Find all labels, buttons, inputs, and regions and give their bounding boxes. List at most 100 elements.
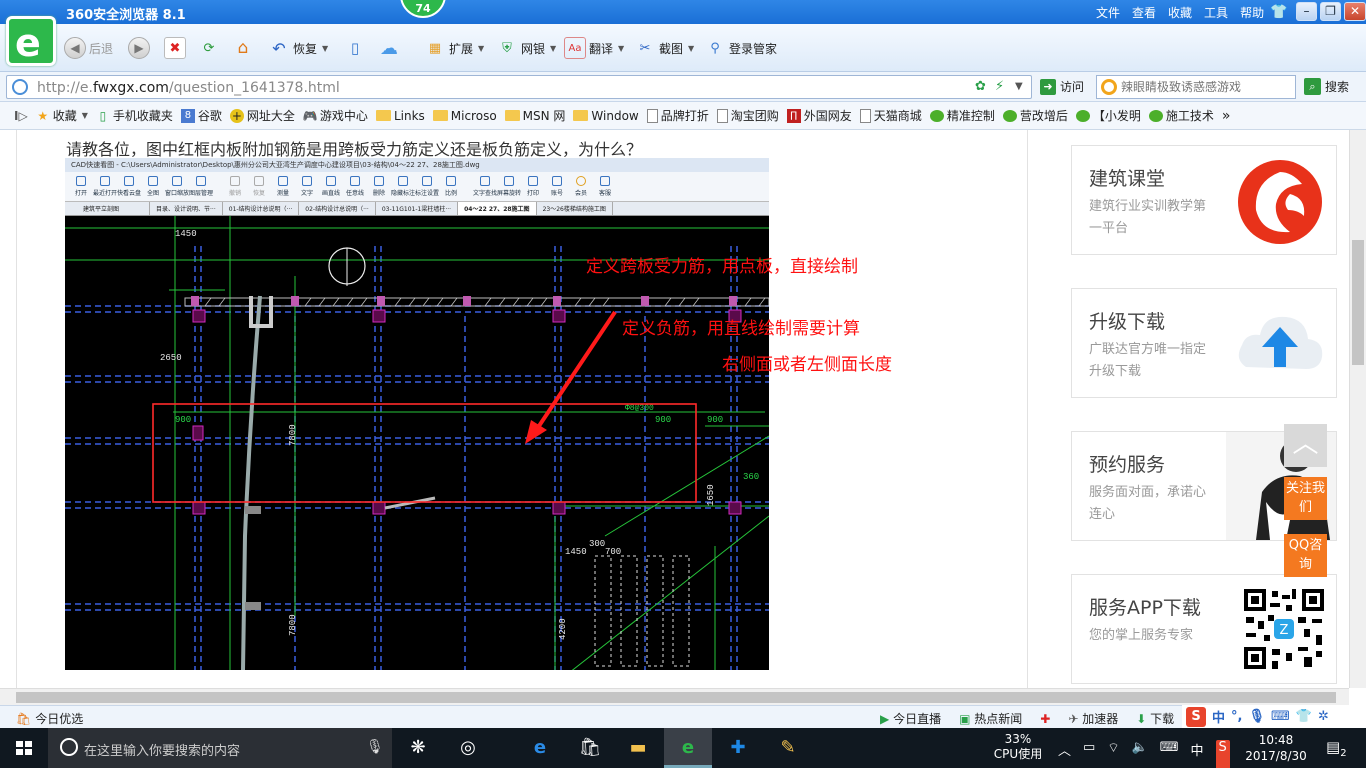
medic-icon[interactable]: ✚ (1040, 712, 1050, 726)
maximize-button[interactable]: ❐ (1320, 2, 1341, 21)
skin-icon[interactable]: 👕 (1296, 709, 1312, 724)
bookmark-mobile[interactable]: ▯ 手机收藏夹 (96, 107, 173, 124)
ime-lang[interactable]: 中 (1212, 707, 1225, 726)
extend-button[interactable]: ▦ 扩展 ▼ (424, 36, 484, 60)
search-button[interactable]: ⌕ 搜索 (1304, 78, 1349, 95)
volume-icon[interactable]: 🔈 (1132, 740, 1148, 768)
card-course[interactable]: 建筑课堂 建筑行业实训教学第一平台 (1071, 145, 1337, 255)
bookmark-tmall[interactable]: 天猫商城 (859, 107, 922, 124)
clock[interactable]: 10:48 2017/8/30 (1244, 732, 1308, 768)
sogou-tray-icon[interactable]: S (1215, 740, 1230, 768)
start-button[interactable] (0, 728, 48, 768)
microphone-icon[interactable]: 🎙 (366, 739, 384, 755)
search-engine-icon[interactable] (1101, 79, 1117, 95)
battery-icon[interactable]: ▭ (1083, 740, 1095, 768)
notes-app-icon[interactable]: ✎ (764, 728, 812, 768)
today-picks[interactable]: 🛍 今日优选 (16, 710, 83, 727)
sogou-icon[interactable]: S (1186, 706, 1206, 727)
microphone-icon[interactable]: 🎙 (1248, 709, 1265, 724)
bookmark-brand[interactable]: 品牌打折 (646, 107, 709, 124)
card-upgrade[interactable]: 升级下载 广联达官方唯一指定升级下载 (1071, 288, 1337, 398)
bookmark-games[interactable]: 🎮 游戏中心 (303, 107, 368, 124)
bookmark-nav[interactable]: + 网址大全 (229, 107, 295, 124)
security-icon[interactable]: ✿ (975, 79, 986, 94)
input-language[interactable]: 中 (1191, 740, 1204, 768)
url-dropdown-icon[interactable]: ▼ (1015, 81, 1023, 92)
scroll-thumb[interactable] (16, 692, 1336, 703)
bookmark-google[interactable]: 8 谷歌 (180, 107, 222, 124)
forward-button[interactable]: ▶ (128, 36, 150, 60)
bookmark-construction[interactable]: 施工技术 (1148, 107, 1214, 124)
scroll-thumb[interactable] (1352, 240, 1364, 365)
visit-button[interactable]: ➜ 访问 (1040, 78, 1084, 95)
follow-us-button[interactable]: 关注我们 (1284, 477, 1327, 520)
menu-view[interactable]: 查看 (1132, 4, 1156, 21)
lightning-icon[interactable]: ⚡ (995, 79, 1004, 94)
bookmark-windows[interactable]: Window (573, 109, 639, 123)
store-icon[interactable]: 🛍 (566, 728, 614, 768)
translate-button[interactable]: Aa 翻译 ▼ (564, 36, 624, 60)
bookmark-precise[interactable]: 精准控制 (929, 107, 995, 124)
keyboard-icon[interactable]: ⌨ (1271, 709, 1290, 724)
app-360-icon[interactable]: ◎ (444, 728, 492, 768)
bookmark-invention[interactable]: 【小发明 (1075, 107, 1141, 124)
tools-icon[interactable]: ✲ (1318, 709, 1329, 724)
screenshot-button[interactable]: ✂ 截图 ▼ (634, 36, 695, 60)
notification-button[interactable]: ▤2 (1326, 738, 1347, 768)
close-button[interactable]: ✕ (1344, 2, 1366, 21)
url-input[interactable]: http://e.fwxgx.com/question_1641378.html… (6, 75, 1032, 99)
menu-favorites[interactable]: 收藏 (1168, 4, 1192, 21)
app-blue-icon[interactable]: ✚ (714, 728, 762, 768)
bookmark-foreign[interactable]: ∏ 外国网友 (786, 107, 852, 124)
explorer-folder-icon[interactable]: ▬ (614, 728, 662, 768)
qq-consult-button[interactable]: QQ咨询 (1284, 534, 1327, 577)
menu-tools[interactable]: 工具 (1204, 4, 1228, 21)
restore-button[interactable]: ↶ 恢复 ▼ (268, 36, 328, 60)
home-button[interactable]: ⌂ (232, 36, 254, 60)
chevron-up-icon[interactable]: ︿ (1058, 740, 1071, 768)
browser-logo-icon[interactable]: e (6, 16, 56, 66)
bookmarks-more[interactable]: » (1222, 108, 1231, 124)
back-to-top-button[interactable]: ︿ (1284, 424, 1327, 467)
keyboard-icon[interactable]: ⌨ (1160, 740, 1179, 768)
menu-file[interactable]: 文件 (1096, 4, 1120, 21)
minimize-button[interactable]: – (1296, 2, 1317, 21)
bookmark-vat[interactable]: 营改增后 (1002, 107, 1068, 124)
download-link[interactable]: ⬇ 下载 (1136, 710, 1174, 727)
bookmark-favorites[interactable]: ★ 收藏 ▼ (36, 107, 88, 124)
url-text[interactable]: http://e.fwxgx.com/question_1641378.html (37, 80, 340, 96)
horizontal-scrollbar[interactable] (0, 688, 1349, 705)
wifi-icon[interactable]: ⌔ (1107, 740, 1119, 768)
search-box[interactable] (1096, 75, 1296, 99)
punctuation-icon[interactable]: °, (1231, 709, 1242, 724)
search-input[interactable] (1121, 78, 1291, 96)
cpu-usage[interactable]: 33% CPU使用 (990, 732, 1046, 768)
skin-icon[interactable]: 👕 (1270, 4, 1287, 20)
today-live-link[interactable]: ▶ 今日直播 (880, 710, 941, 727)
accelerator-link[interactable]: ✈ 加速器 (1068, 710, 1118, 727)
bookmarks-toggle[interactable]: I▷ (14, 109, 28, 123)
bookmark-taobao[interactable]: 淘宝团购 (716, 107, 779, 124)
netbank-button[interactable]: ⛨ 网银 ▼ (496, 36, 556, 60)
stop-button[interactable]: ✖ (164, 36, 186, 60)
taskbar-search[interactable]: 在这里输入你要搜索的内容 🎙 (48, 728, 392, 768)
task-view-icon[interactable]: ❋ (394, 728, 442, 768)
bookmark-links[interactable]: Links (375, 109, 425, 123)
login-manager-button[interactable]: ⚲ 登录管家 (704, 36, 777, 60)
mobile-button[interactable]: ▯ (344, 36, 366, 60)
cloud-button[interactable]: ☁ (378, 36, 400, 60)
refresh-button[interactable]: ⟳ (198, 36, 220, 60)
bookmark-microsoft[interactable]: Microso (432, 109, 497, 123)
back-button[interactable]: ◀ 后退 (64, 36, 113, 60)
ime-toolbar[interactable]: S 中 °, 🎙 ⌨ 👕 ✲ (1182, 705, 1366, 728)
vertical-scrollbar[interactable] (1349, 130, 1366, 688)
wechat-icon (1002, 109, 1017, 122)
speed-badge[interactable]: 74 (400, 0, 446, 18)
bookmark-msn[interactable]: MSN 网 (504, 107, 565, 124)
browser-360-task-icon[interactable]: e (664, 728, 712, 768)
card-app[interactable]: 服务APP下载 您的掌上服务专家 Z (1071, 574, 1337, 684)
edge-icon[interactable]: e (516, 728, 564, 768)
cad-screenshot[interactable]: CAD快速看图 - C:\Users\Administrator\Desktop… (65, 158, 769, 670)
menu-help[interactable]: 帮助 (1240, 4, 1264, 21)
hot-news-link[interactable]: ▣ 热点新闻 (959, 710, 1022, 727)
